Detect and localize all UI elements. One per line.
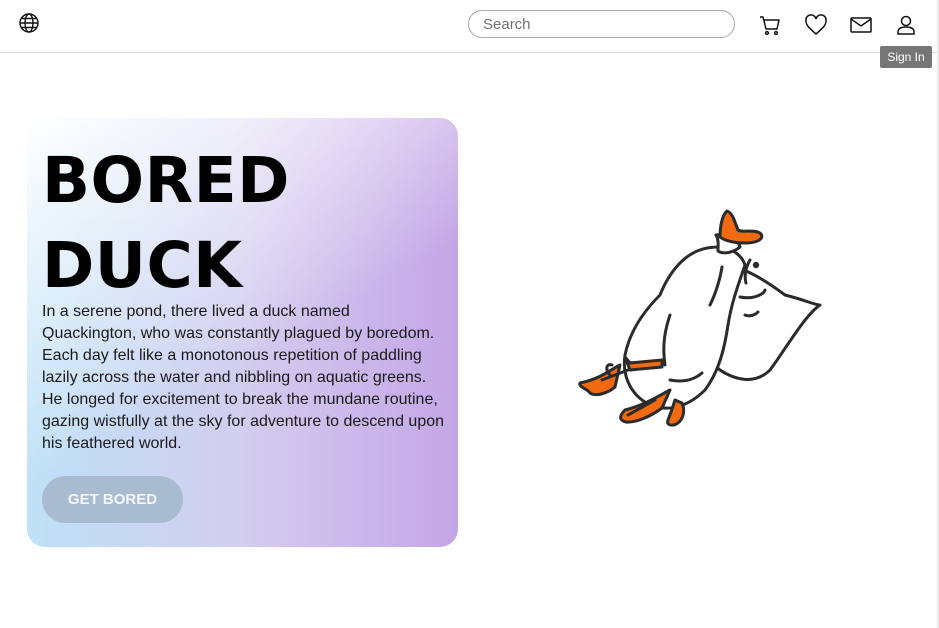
hero-title: BORED DUCK — [42, 138, 290, 308]
sign-in-tooltip: Sign In — [880, 46, 932, 68]
get-bored-button[interactable]: GET BORED — [42, 476, 183, 523]
hero-title-line-1: BORED — [42, 144, 290, 217]
user-icon[interactable] — [894, 13, 918, 37]
cart-icon[interactable] — [758, 13, 782, 37]
hero-title-line-2: DUCK — [42, 229, 243, 302]
lying-duck-illustration — [578, 209, 822, 427]
globe-icon[interactable] — [18, 12, 40, 34]
top-navigation-bar — [0, 0, 937, 53]
search-input[interactable] — [468, 10, 735, 38]
heart-icon[interactable] — [804, 13, 828, 37]
mail-icon[interactable] — [849, 13, 873, 37]
hero-description: In a serene pond, there lived a duck nam… — [42, 303, 445, 452]
